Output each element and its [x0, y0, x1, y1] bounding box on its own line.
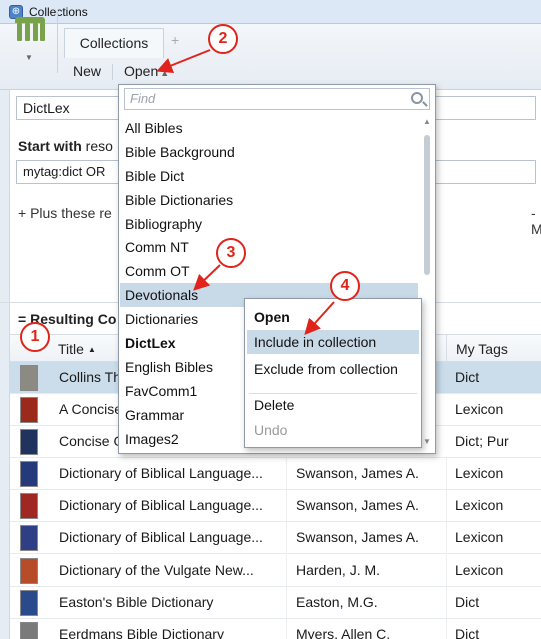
start-with-label: Start with reso — [18, 138, 113, 154]
column-divider[interactable] — [446, 335, 447, 363]
menu-item-open[interactable]: Open — [247, 305, 419, 329]
scroll-up-icon[interactable]: ▲ — [423, 117, 431, 126]
cell-divider — [446, 490, 447, 522]
plus-these-toggle[interactable]: + Plus these re — [18, 205, 112, 221]
sort-asc-icon: ▲ — [87, 345, 96, 354]
callout-2: 2 — [208, 24, 238, 54]
row-tags: Dict — [455, 626, 480, 639]
new-button[interactable]: New — [73, 63, 101, 79]
table-row[interactable]: Eerdmans Bible Dictionary Myers, Allen C… — [10, 619, 541, 639]
collection-item[interactable]: Bibliography — [120, 212, 418, 236]
table-row[interactable]: Easton's Bible Dictionary Easton, M.G. D… — [10, 587, 541, 619]
cell-divider — [446, 587, 447, 619]
row-title: Eerdmans Bible Dictionary — [59, 626, 224, 639]
collection-item[interactable]: Comm NT — [120, 235, 418, 259]
row-author: Swanson, James A. — [296, 465, 419, 481]
book-cover-icon — [20, 622, 38, 639]
cell-divider — [286, 490, 287, 522]
row-tags: Dict; Pur — [455, 433, 509, 449]
cell-divider — [286, 458, 287, 490]
collection-item[interactable]: Bible Dictionaries — [120, 188, 418, 212]
minus-label: M — [531, 221, 541, 237]
search-icon — [411, 92, 423, 104]
row-author: Harden, J. M. — [296, 562, 381, 578]
cell-divider — [446, 619, 447, 639]
book-cover-icon — [20, 525, 38, 551]
column-header-tags[interactable]: My Tags — [456, 341, 508, 357]
row-tags: Lexicon — [455, 497, 504, 513]
book-cover-icon — [20, 429, 38, 455]
cell-divider — [446, 555, 447, 587]
row-title: Dictionary of the Vulgate New... — [59, 562, 254, 578]
add-tab-button[interactable]: + — [171, 32, 179, 48]
start-with-bold: Start with — [18, 138, 82, 154]
book-cover-icon — [20, 493, 38, 519]
menu-item-exclude[interactable]: Exclude from collection — [247, 357, 419, 381]
dropdown-scrollbar[interactable]: ▲ ▼ — [421, 115, 433, 449]
collection-item[interactable]: Bible Background — [120, 140, 418, 164]
scroll-down-icon[interactable]: ▼ — [423, 437, 431, 446]
cell-divider — [286, 619, 287, 639]
collection-item[interactable]: All Bibles — [120, 116, 418, 140]
row-tags: Lexicon — [455, 562, 504, 578]
cell-divider — [446, 458, 447, 490]
book-cover-icon — [20, 558, 38, 584]
row-tags: Lexicon — [455, 401, 504, 417]
row-title: A Concise — [59, 401, 123, 417]
row-title: Dictionary of Biblical Language... — [59, 465, 263, 481]
library-icon — [15, 17, 45, 43]
cell-divider — [286, 522, 287, 554]
start-with-rest: reso — [81, 138, 113, 154]
row-title: Dictionary of Biblical Language... — [59, 529, 263, 545]
row-author: Swanson, James A. — [296, 497, 419, 513]
find-field[interactable]: Find — [124, 88, 430, 110]
column-title-label: Title — [58, 341, 84, 357]
row-author: Myers, Allen C. — [296, 626, 391, 639]
table-row[interactable]: Dictionary of Biblical Language... Swans… — [10, 458, 541, 490]
find-placeholder: Find — [130, 91, 156, 106]
callout-1: 1 — [20, 322, 50, 352]
row-tags: Dict — [455, 369, 480, 385]
cell-divider — [286, 587, 287, 619]
chevron-down-icon: ▼ — [25, 53, 33, 62]
row-title: Dictionary of Biblical Language... — [59, 497, 263, 513]
logos-menu-button[interactable]: ▼ — [9, 9, 58, 73]
minus-sign: - — [531, 205, 536, 221]
callout-4: 4 — [330, 271, 360, 301]
menu-item-include[interactable]: Include in collection — [247, 330, 419, 354]
row-title: Concise G — [59, 433, 125, 449]
caret-up-icon: ▲ — [160, 68, 170, 78]
row-tags: Dict — [455, 594, 480, 610]
book-cover-icon — [20, 397, 38, 423]
cell-divider — [286, 555, 287, 587]
table-row[interactable]: Dictionary of the Vulgate New... Harden,… — [10, 555, 541, 587]
book-cover-icon — [20, 365, 38, 391]
open-button[interactable]: Open ▲ — [124, 63, 169, 79]
table-row[interactable]: Dictionary of Biblical Language... Swans… — [10, 522, 541, 554]
row-tags: Lexicon — [455, 529, 504, 545]
minus-these-toggle[interactable]: -M — [523, 205, 541, 237]
tab-collections[interactable]: Collections — [64, 28, 164, 58]
window-titlebar: ⊕ Collections — [0, 0, 541, 24]
column-header-title[interactable]: Title ▲ — [58, 341, 96, 357]
table-row[interactable]: Dictionary of Biblical Language... Swans… — [10, 490, 541, 522]
collection-context-menu: Open Include in collection Exclude from … — [244, 298, 422, 448]
left-panel-edge — [0, 90, 10, 639]
collection-item[interactable]: Comm OT — [120, 259, 418, 283]
book-cover-icon — [20, 590, 38, 616]
cell-divider — [446, 522, 447, 554]
toolbar-divider — [112, 64, 113, 80]
callout-3: 3 — [216, 238, 246, 268]
menu-item-delete[interactable]: Delete — [247, 393, 419, 417]
scroll-thumb[interactable] — [424, 135, 430, 275]
menu-item-undo: Undo — [254, 422, 288, 438]
row-title: Easton's Bible Dictionary — [59, 594, 214, 610]
book-cover-icon — [20, 461, 38, 487]
row-tags: Lexicon — [455, 465, 504, 481]
open-button-label: Open — [124, 63, 159, 79]
row-title: Collins Th — [59, 369, 121, 385]
collection-item[interactable]: Bible Dict — [120, 164, 418, 188]
row-author: Swanson, James A. — [296, 529, 419, 545]
row-author: Easton, M.G. — [296, 594, 378, 610]
